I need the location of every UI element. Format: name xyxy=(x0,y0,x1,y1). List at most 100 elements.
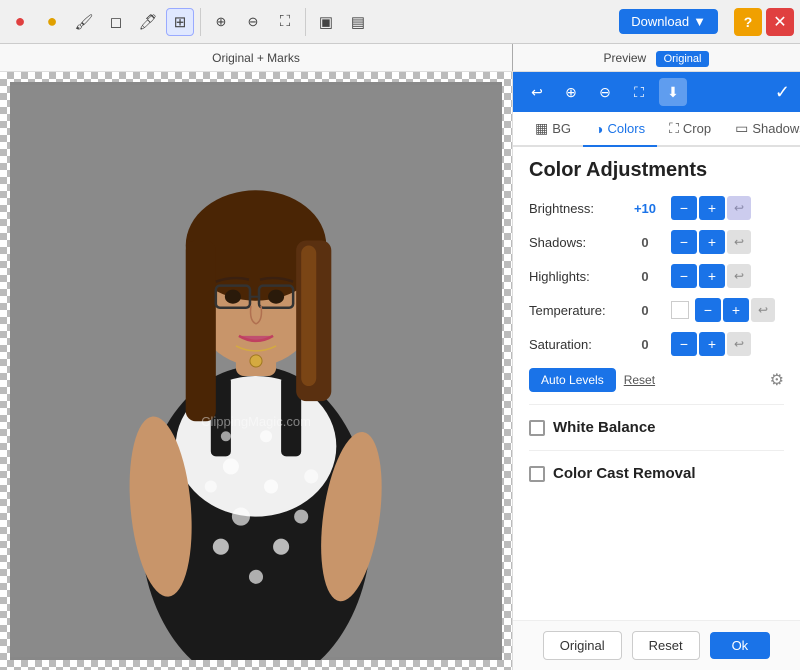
temperature-swatch[interactable] xyxy=(671,301,689,319)
brightness-reset[interactable]: ↩ xyxy=(727,196,751,220)
white-balance-title: White Balance xyxy=(553,419,656,436)
minimize-circle-icon[interactable]: ● xyxy=(38,8,66,36)
download-label: Download xyxy=(631,14,689,29)
temperature-reset[interactable]: ↩ xyxy=(751,298,775,322)
reset-all-button[interactable]: Reset xyxy=(632,631,700,660)
temperature-row: Temperature: 0 − + ↩ xyxy=(529,298,784,322)
bottom-bar: Original Reset Ok xyxy=(513,620,800,670)
color-cast-checkbox[interactable] xyxy=(529,466,545,482)
tab-crop-label: Crop xyxy=(683,121,711,136)
highlights-reset[interactable]: ↩ xyxy=(727,264,751,288)
tab-bg-label: BG xyxy=(552,121,571,136)
canvas-area[interactable]: ClippingMagic.com xyxy=(0,72,512,670)
panel-undo-icon[interactable]: ↩ xyxy=(523,78,551,106)
shadows-decrement[interactable]: − xyxy=(671,230,697,254)
highlights-increment[interactable]: + xyxy=(699,264,725,288)
saturation-label: Saturation: xyxy=(529,337,619,352)
highlights-row: Highlights: 0 − + ↩ xyxy=(529,264,784,288)
bg-icon: ▦ xyxy=(535,120,548,137)
saturation-value: 0 xyxy=(625,337,665,352)
panel-download-icon[interactable]: ⬇ xyxy=(659,78,687,106)
main-area: ClippingMagic.com ↩ ⊕ ⊖ ⛶ ⬇ ✓ ▦ BG ◑ Col… xyxy=(0,72,800,670)
close-button[interactable]: ✕ xyxy=(766,8,794,36)
canvas-inner: ClippingMagic.com xyxy=(10,82,502,660)
reset-button[interactable]: Reset xyxy=(624,373,655,387)
right-panel: ↩ ⊕ ⊖ ⛶ ⬇ ✓ ▦ BG ◑ Colors ⛶ Crop ▭ xyxy=(512,72,800,670)
panel-zoom-out-icon[interactable]: ⊖ xyxy=(591,78,619,106)
tab-crop[interactable]: ⛶ Crop xyxy=(657,112,723,147)
panel-toolbar: ↩ ⊕ ⊖ ⛶ ⬇ ✓ xyxy=(513,72,800,112)
temperature-label: Temperature: xyxy=(529,303,619,318)
panel-check-icon[interactable]: ✓ xyxy=(775,82,790,103)
tabs-bar: ▦ BG ◑ Colors ⛶ Crop ▭ Shadows xyxy=(513,112,800,147)
shadows-increment[interactable]: + xyxy=(699,230,725,254)
saturation-reset[interactable]: ↩ xyxy=(727,332,751,356)
fit-icon[interactable]: ⛶ xyxy=(271,8,299,36)
temperature-value: 0 xyxy=(625,303,665,318)
shadows-label: Shadows: xyxy=(529,235,619,250)
close-circle-icon[interactable]: ● xyxy=(6,8,34,36)
brightness-label: Brightness: xyxy=(529,201,619,216)
auto-levels-button[interactable]: Auto Levels xyxy=(529,368,616,392)
temperature-increment[interactable]: + xyxy=(723,298,749,322)
panel-zoom-in-icon[interactable]: ⊕ xyxy=(557,78,585,106)
color-cast-header[interactable]: Color Cast Removal xyxy=(529,459,784,488)
highlights-btn-group: − + ↩ xyxy=(671,264,751,288)
zoom-out-icon[interactable]: ⊖ xyxy=(239,8,267,36)
shadows-reset[interactable]: ↩ xyxy=(727,230,751,254)
person-svg xyxy=(10,82,502,660)
separator-1 xyxy=(200,8,201,36)
brightness-btn-group: − + ↩ xyxy=(671,196,751,220)
color-cast-section: Color Cast Removal xyxy=(529,459,784,488)
ok-button[interactable]: Ok xyxy=(710,632,771,659)
shadows-value: 0 xyxy=(625,235,665,250)
divider-2 xyxy=(529,450,784,451)
shadows-row: Shadows: 0 − + ↩ xyxy=(529,230,784,254)
label-bar: Original + Marks Preview Original xyxy=(0,44,800,72)
highlights-value: 0 xyxy=(625,269,665,284)
zoom-view-icon[interactable]: ⊕ xyxy=(207,8,235,36)
highlights-label: Highlights: xyxy=(529,269,619,284)
saturation-increment[interactable]: + xyxy=(699,332,725,356)
download-button[interactable]: Download ▼ xyxy=(619,9,718,34)
panel-content: Color Adjustments Brightness: +10 − + ↩ … xyxy=(513,147,800,620)
white-balance-section: White Balance xyxy=(529,413,784,442)
divider-1 xyxy=(529,404,784,405)
brightness-decrement[interactable]: − xyxy=(671,196,697,220)
saturation-decrement[interactable]: − xyxy=(671,332,697,356)
temperature-decrement[interactable]: − xyxy=(695,298,721,322)
download-arrow-icon: ▼ xyxy=(693,14,706,29)
tab-shadows-label: Shadows xyxy=(752,121,800,136)
original-button[interactable]: Original xyxy=(543,631,622,660)
eraser-icon[interactable]: ◻ xyxy=(102,8,130,36)
brush-icon[interactable]: 🖌 xyxy=(70,8,98,36)
highlights-decrement[interactable]: − xyxy=(671,264,697,288)
saturation-row: Saturation: 0 − + ↩ xyxy=(529,332,784,356)
colors-icon: ◑ xyxy=(595,121,603,137)
action-row: Auto Levels Reset ⚙ xyxy=(529,368,784,392)
select-icon[interactable]: ⊞ xyxy=(166,8,194,36)
orig-icon[interactable]: ▣ xyxy=(312,8,340,36)
panel-fit-icon[interactable]: ⛶ xyxy=(625,78,653,106)
preview-label: Preview Original xyxy=(513,51,800,65)
help-button[interactable]: ? xyxy=(734,8,762,36)
tab-colors[interactable]: ◑ Colors xyxy=(583,112,657,147)
compare-icon[interactable]: ▤ xyxy=(344,8,372,36)
tab-shadows[interactable]: ▭ Shadows xyxy=(723,112,800,147)
white-balance-checkbox[interactable] xyxy=(529,420,545,436)
temperature-btn-group: − + ↩ xyxy=(695,298,775,322)
white-balance-header[interactable]: White Balance xyxy=(529,413,784,442)
saturation-btn-group: − + ↩ xyxy=(671,332,751,356)
shadows-icon: ▭ xyxy=(735,120,748,137)
color-cast-title: Color Cast Removal xyxy=(553,465,696,482)
paint-icon[interactable]: 🖊 xyxy=(134,8,162,36)
gear-icon[interactable]: ⚙ xyxy=(770,370,784,390)
brightness-value: +10 xyxy=(625,201,665,216)
main-toolbar: ● ● 🖌 ◻ 🖊 ⊞ ⊕ ⊖ ⛶ ▣ ▤ Download ▼ ? ✕ xyxy=(0,0,800,44)
tab-bg[interactable]: ▦ BG xyxy=(523,112,583,147)
separator-2 xyxy=(305,8,306,36)
original-marks-label: Original + Marks xyxy=(0,51,512,65)
original-badge: Original xyxy=(656,51,710,67)
brightness-increment[interactable]: + xyxy=(699,196,725,220)
color-adjustments-title: Color Adjustments xyxy=(529,159,784,182)
